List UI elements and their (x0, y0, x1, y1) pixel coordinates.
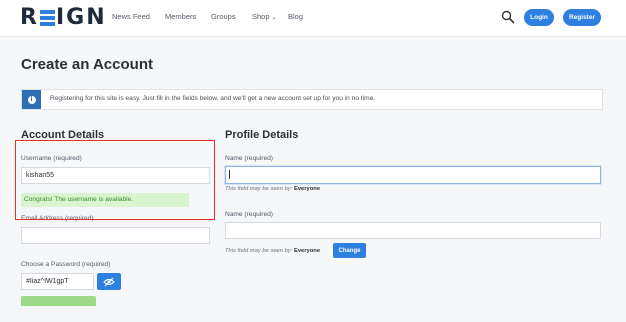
nav-shop-label: Shop (252, 12, 270, 21)
logo-letter-r: R (20, 5, 39, 30)
profile-name2-input[interactable] (225, 222, 601, 239)
eye-slash-icon (103, 277, 115, 286)
visibility-hint2-value[interactable]: Everyone (294, 248, 320, 254)
search-icon[interactable] (501, 10, 515, 24)
notice-text: Registering for this site is easy. Just … (50, 95, 376, 102)
info-notice: i Registering for this site is easy. Jus… (21, 89, 603, 110)
text-cursor (229, 170, 230, 179)
chevron-down-icon: ⌄ (271, 15, 277, 21)
site-logo[interactable]: R IGN (20, 5, 107, 30)
profile-details-title: Profile Details (225, 129, 299, 141)
complete-signup-button[interactable] (21, 296, 96, 306)
profile-name-label: Name (required) (225, 155, 274, 162)
site-header: R IGN News Feed Members Groups Shop ⌄ Blog… (0, 0, 626, 37)
nav-members[interactable]: Members (165, 12, 196, 21)
email-input[interactable] (21, 227, 210, 244)
profile-name2-visibility-hint: This field may be seen by: Everyone (225, 248, 320, 254)
nav-blog[interactable]: Blog (288, 12, 303, 21)
logo-letters-ign: IGN (55, 5, 107, 30)
visibility-hint-prefix: This field may be seen by: (225, 186, 293, 192)
info-icon: i (22, 90, 41, 109)
change-visibility-button[interactable]: Change (333, 243, 366, 258)
info-glyph: i (27, 95, 36, 104)
toggle-password-visibility-button[interactable] (97, 273, 121, 290)
page-title: Create an Account (21, 56, 153, 73)
password-label: Choose a Password (required) (21, 261, 111, 268)
visibility-hint-value[interactable]: Everyone (294, 186, 320, 192)
visibility-hint2-prefix: This field may be seen by: (225, 248, 293, 254)
profile-name-visibility-hint: This field may be seen by: Everyone (225, 186, 320, 192)
nav-groups[interactable]: Groups (211, 12, 236, 21)
highlight-box (15, 140, 215, 220)
register-button[interactable]: Register (563, 9, 601, 26)
profile-name2-label: Name (required) (225, 211, 274, 218)
nav-shop[interactable]: Shop ⌄ (252, 12, 277, 21)
nav-news-feed[interactable]: News Feed (112, 12, 150, 21)
profile-name-input[interactable] (225, 166, 601, 184)
logo-e-mark (39, 10, 55, 26)
password-input[interactable]: #Iiaz^IW1gpT (21, 273, 94, 290)
login-button[interactable]: Login (524, 9, 554, 26)
